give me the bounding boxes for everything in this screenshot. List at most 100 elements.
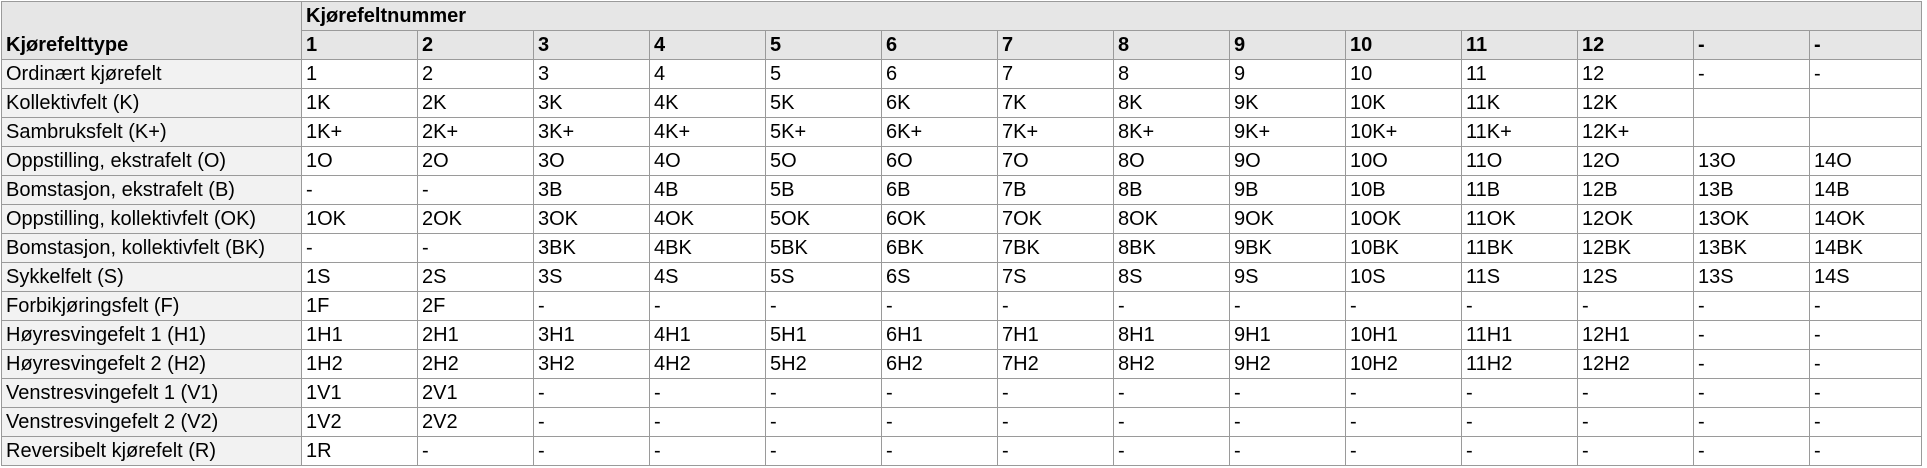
table-cell: - [881,407,998,437]
table-cell: 6H1 [881,320,998,350]
table-row: Oppstilling, kollektivfelt (OK) 1OK 2OK 3OK… [1,204,1922,234]
table-cell: - [1809,320,1922,350]
row-label: Høyresvingefelt 2 (H2) [1,349,302,379]
table-cell: 8O [1113,146,1230,176]
table-cell: 8H2 [1113,349,1230,379]
table-cell: 7 [997,59,1114,89]
table-cell: - [1229,436,1346,466]
table-cell: 10K+ [1345,117,1462,147]
table-cell: 8OK [1113,204,1230,234]
table-cell: 7H2 [997,349,1114,379]
table-row: Forbikjøringsfelt (F) 1F 2F - - - - - - - - - - - - [1,291,1922,321]
table-cell: 1F [301,291,418,321]
table-cell: 7K+ [997,117,1114,147]
table-cell: - [1693,291,1810,321]
table-cell: 3BK [533,233,650,263]
row-label: Oppstilling, ekstrafelt (O) [1,146,302,176]
table-cell: 3O [533,146,650,176]
table-cell: - [1461,407,1578,437]
table-cell: 8BK [1113,233,1230,263]
table-cell: - [1577,378,1694,408]
table-cell: - [1113,436,1230,466]
table-cell: 10 [1345,59,1462,89]
table-cell: - [1461,378,1578,408]
table-cell: 7H1 [997,320,1114,350]
table-cell: - [997,291,1114,321]
table-cell: - [417,175,534,205]
table-row: Høyresvingefelt 2 (H2) 1H2 2H2 3H2 4H2 5H2 6H2… [1,349,1922,379]
table-cell: 5S [765,262,882,292]
group-header-row: Kjørefelttype Kjørefeltnummer [1,1,1922,60]
lane-type-table: Kjørefelttype Kjørefeltnummer 1234567891… [1,1,1922,466]
table-cell: - [533,291,650,321]
lane-type-table-container: Kjørefelttype Kjørefeltnummer 1234567891… [1,1,1922,466]
table-cell: 12K+ [1577,117,1694,147]
table-cell: - [1809,407,1922,437]
table-cell: 9OK [1229,204,1346,234]
table-cell: 11S [1461,262,1578,292]
table-cell: 7K [997,88,1114,118]
table-cell: - [765,436,882,466]
table-cell: 12OK [1577,204,1694,234]
table-cell: 11H2 [1461,349,1578,379]
table-row: Bomstasjon, kollektivfelt (BK) - -3BK 4BK 5B… [1,233,1922,263]
table-cell: 5BK [765,233,882,263]
table-cell: 11OK [1461,204,1578,234]
table-row: Venstresvingefelt 1 (V1) 1V1 2V1- - - - - - - - - -… [1,378,1922,408]
table-cell: 4H1 [649,320,766,350]
table-cell: 13BK [1693,233,1810,263]
table-cell: 3H1 [533,320,650,350]
table-cell: 13O [1693,146,1810,176]
table-cell: 12S [1577,262,1694,292]
table-cell: 9S [1229,262,1346,292]
table-cell: - [1461,436,1578,466]
column-header: 8 [1113,30,1230,60]
table-cell: 8B [1113,175,1230,205]
table-cell: - [997,378,1114,408]
table-cell: 1R [301,436,418,466]
table-cell: - [649,436,766,466]
table-cell: - [533,378,650,408]
row-label: Bomstasjon, kollektivfelt (BK) [1,233,302,263]
lane-number-group-header: Kjørefeltnummer [301,1,1922,31]
column-header: 5 [765,30,882,60]
table-cell: - [533,407,650,437]
table-cell: 8K+ [1113,117,1230,147]
table-row: Sambruksfelt (K+) 1K+ 2K+ 3K+ 4K+ 5K+ 6K+ 7K+ 8K… [1,117,1922,147]
table-cell: - [649,291,766,321]
table-cell: 3H2 [533,349,650,379]
row-label: Sambruksfelt (K+) [1,117,302,147]
row-label: Bomstasjon, ekstrafelt (B) [1,175,302,205]
table-cell: 7O [997,146,1114,176]
row-label: Høyresvingefelt 1 (H1) [1,320,302,350]
type-column-header: Kjørefelttype [1,1,302,60]
table-cell: - [881,378,998,408]
table-cell: 2V2 [417,407,534,437]
table-cell: 1K+ [301,117,418,147]
table-cell: 11H1 [1461,320,1578,350]
table-cell: - [765,291,882,321]
table-cell: 14B [1809,175,1922,205]
table-cell: 10OK [1345,204,1462,234]
table-row: Reversibelt kjørefelt (R) 1R - - - - - - - - - - - - - [1,436,1922,466]
table-cell: 1OK [301,204,418,234]
table-cell: 10H1 [1345,320,1462,350]
column-header: 10 [1345,30,1462,60]
table-cell: - [1693,436,1810,466]
table-cell: 6 [881,59,998,89]
table-cell: 14OK [1809,204,1922,234]
table-cell: 6BK [881,233,998,263]
row-label: Forbikjøringsfelt (F) [1,291,302,321]
table-cell: 2O [417,146,534,176]
table-cell: 4K+ [649,117,766,147]
table-cell: 5O [765,146,882,176]
column-header: - [1809,30,1922,60]
table-cell: 1O [301,146,418,176]
table-cell: - [1345,436,1462,466]
table-cell: - [1229,291,1346,321]
table-cell: 2K+ [417,117,534,147]
table-cell: 4BK [649,233,766,263]
table-cell: 11 [1461,59,1578,89]
table-cell: 12H1 [1577,320,1694,350]
table-cell: - [1809,436,1922,466]
